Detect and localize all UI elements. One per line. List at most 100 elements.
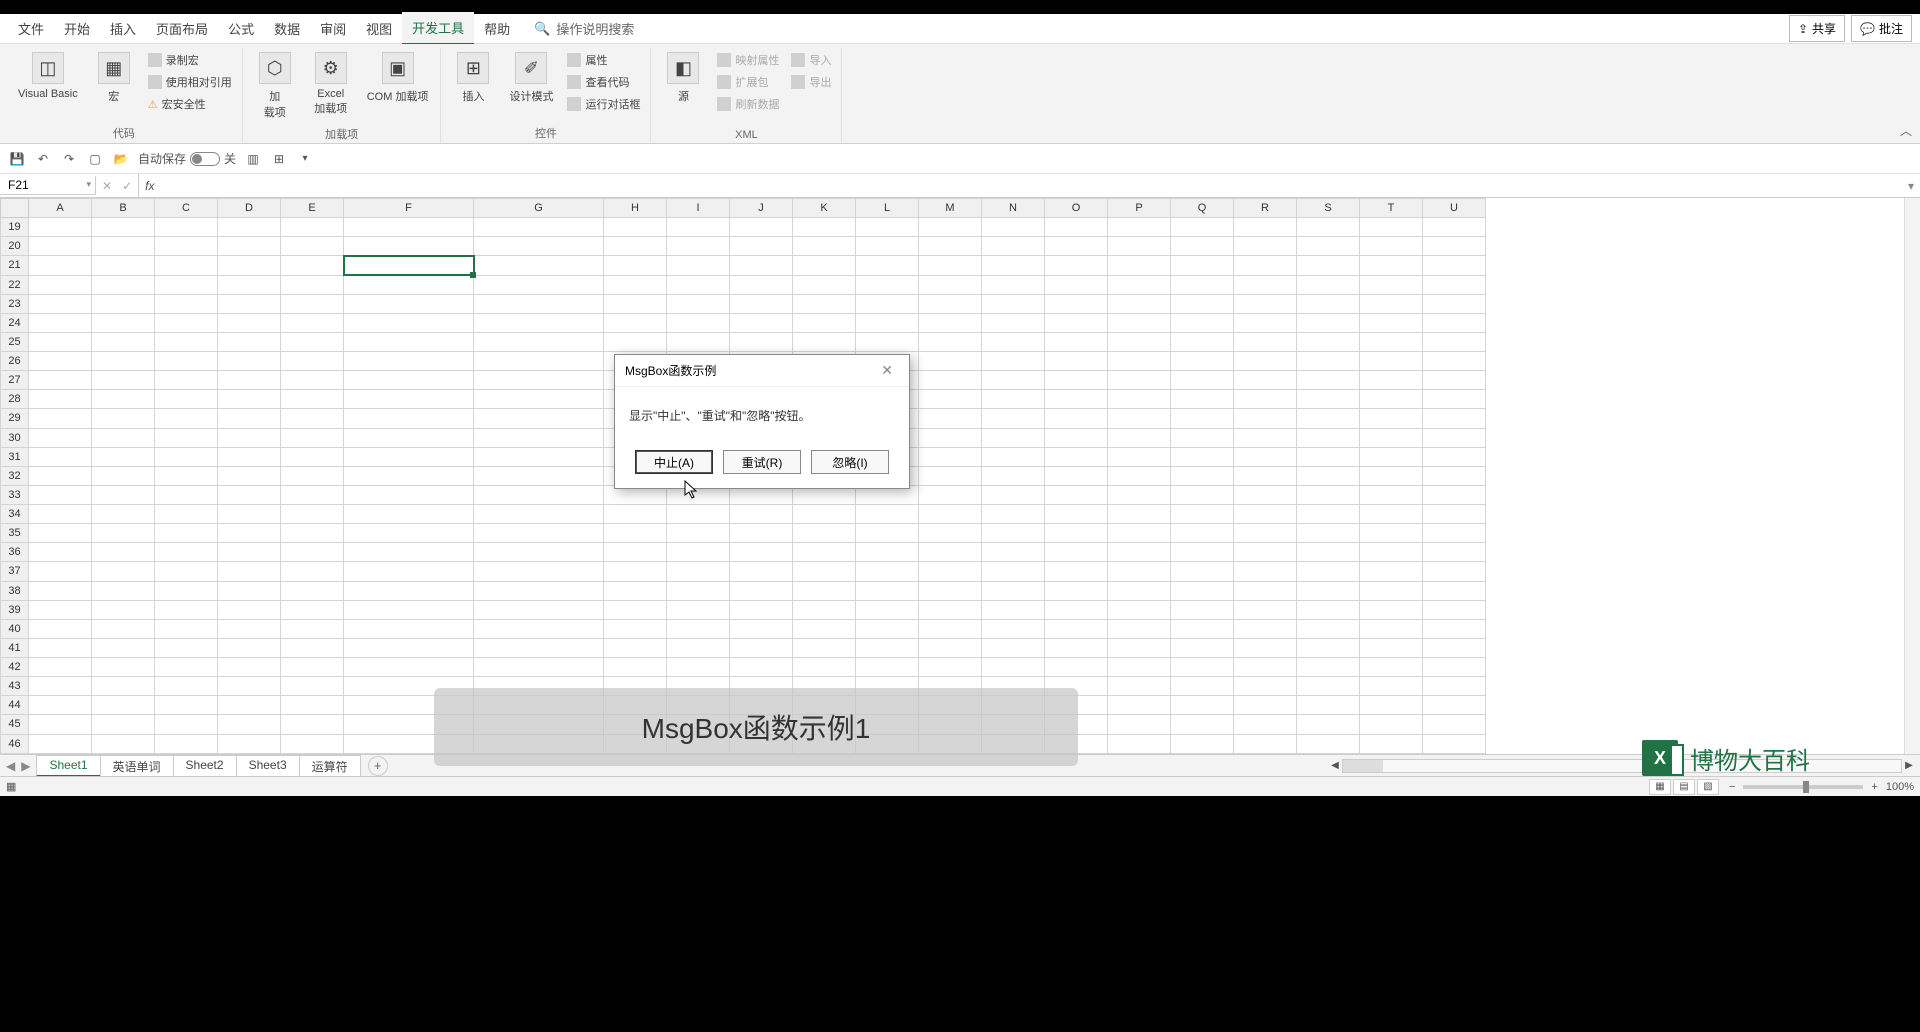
row-header[interactable]: 25 [1, 332, 29, 351]
column-header[interactable]: O [1045, 199, 1108, 218]
cell[interactable] [155, 734, 218, 754]
cell[interactable] [604, 658, 667, 677]
cell[interactable] [1423, 313, 1486, 332]
cell[interactable] [92, 696, 155, 715]
cell[interactable] [1297, 218, 1360, 237]
cell[interactable] [92, 619, 155, 638]
cell[interactable] [604, 218, 667, 237]
cell[interactable] [1423, 562, 1486, 581]
row-header[interactable]: 37 [1, 562, 29, 581]
cell[interactable] [856, 524, 919, 543]
cell[interactable] [919, 466, 982, 485]
cell[interactable] [281, 218, 344, 237]
cell[interactable] [218, 524, 281, 543]
cell[interactable] [982, 332, 1045, 351]
cell[interactable] [1045, 447, 1108, 466]
column-header[interactable]: Q [1171, 199, 1234, 218]
cell[interactable] [919, 390, 982, 409]
cell[interactable] [1045, 218, 1108, 237]
column-header[interactable]: N [982, 199, 1045, 218]
new-file-button[interactable]: ▢ [86, 150, 104, 168]
row-header[interactable]: 46 [1, 734, 29, 754]
cell[interactable] [667, 313, 730, 332]
cell[interactable] [919, 581, 982, 600]
cell[interactable] [1171, 734, 1234, 754]
cell[interactable] [982, 256, 1045, 275]
cell[interactable] [1045, 313, 1108, 332]
run-dialog-button[interactable]: 运行对话框 [563, 94, 644, 114]
formula-bar-expand[interactable]: ▾ [1902, 179, 1920, 193]
cell[interactable] [1297, 619, 1360, 638]
column-header[interactable]: P [1108, 199, 1171, 218]
cell[interactable] [281, 638, 344, 657]
column-header[interactable]: M [919, 199, 982, 218]
spreadsheet-grid[interactable]: ABCDEFGHIJKLMNOPQRSTU1920212223242526272… [0, 198, 1920, 754]
cell[interactable] [604, 505, 667, 524]
cell[interactable] [1234, 409, 1297, 428]
menu-tab-help[interactable]: 帮助 [474, 13, 520, 44]
cell[interactable] [474, 294, 604, 313]
cell[interactable] [1108, 218, 1171, 237]
open-file-button[interactable]: 📂 [112, 150, 130, 168]
cell[interactable] [1171, 447, 1234, 466]
cell[interactable] [474, 485, 604, 504]
cell[interactable] [667, 638, 730, 657]
cell[interactable] [1108, 658, 1171, 677]
cell[interactable] [1171, 218, 1234, 237]
cell[interactable] [856, 619, 919, 638]
cell[interactable] [919, 275, 982, 294]
cell[interactable] [29, 313, 92, 332]
row-header[interactable]: 20 [1, 237, 29, 256]
cell[interactable] [218, 734, 281, 754]
row-header[interactable]: 43 [1, 677, 29, 696]
cell[interactable] [155, 332, 218, 351]
tell-me-search[interactable]: 🔍 操作说明搜索 [534, 19, 634, 38]
cell[interactable] [281, 332, 344, 351]
cell[interactable] [29, 734, 92, 754]
cell[interactable] [982, 237, 1045, 256]
cell[interactable] [793, 543, 856, 562]
cell[interactable] [793, 638, 856, 657]
cell[interactable] [1297, 524, 1360, 543]
cell[interactable] [344, 294, 474, 313]
cell[interactable] [730, 294, 793, 313]
cell[interactable] [92, 485, 155, 504]
cell[interactable] [1297, 256, 1360, 275]
cell[interactable] [92, 237, 155, 256]
dialog-close-button[interactable]: ✕ [875, 362, 899, 379]
cell[interactable] [1108, 543, 1171, 562]
cell[interactable] [730, 237, 793, 256]
cell[interactable] [1045, 409, 1108, 428]
cell[interactable] [344, 256, 474, 275]
cell[interactable] [155, 524, 218, 543]
row-header[interactable]: 22 [1, 275, 29, 294]
cell[interactable] [474, 275, 604, 294]
cell[interactable] [919, 447, 982, 466]
cell[interactable] [281, 696, 344, 715]
cell[interactable] [1045, 332, 1108, 351]
cell[interactable] [344, 505, 474, 524]
cell[interactable] [1423, 619, 1486, 638]
cell[interactable] [1423, 658, 1486, 677]
cell[interactable] [1045, 638, 1108, 657]
cell[interactable] [1171, 371, 1234, 390]
cell[interactable] [1297, 352, 1360, 371]
cell[interactable] [218, 543, 281, 562]
row-header[interactable]: 35 [1, 524, 29, 543]
cell[interactable] [218, 715, 281, 734]
cell[interactable] [856, 658, 919, 677]
cell[interactable] [1360, 275, 1423, 294]
insert-control-button[interactable]: ⊞ 插入 [447, 48, 499, 108]
cell[interactable] [29, 715, 92, 734]
cell[interactable] [1171, 638, 1234, 657]
ignore-button[interactable]: 忽略(I) [811, 450, 889, 474]
cell[interactable] [155, 581, 218, 600]
cell[interactable] [1045, 581, 1108, 600]
cell[interactable] [982, 218, 1045, 237]
cell[interactable] [281, 600, 344, 619]
cell[interactable] [1234, 638, 1297, 657]
cell[interactable] [281, 658, 344, 677]
cell[interactable] [1045, 658, 1108, 677]
cell[interactable] [155, 677, 218, 696]
column-header[interactable]: C [155, 199, 218, 218]
